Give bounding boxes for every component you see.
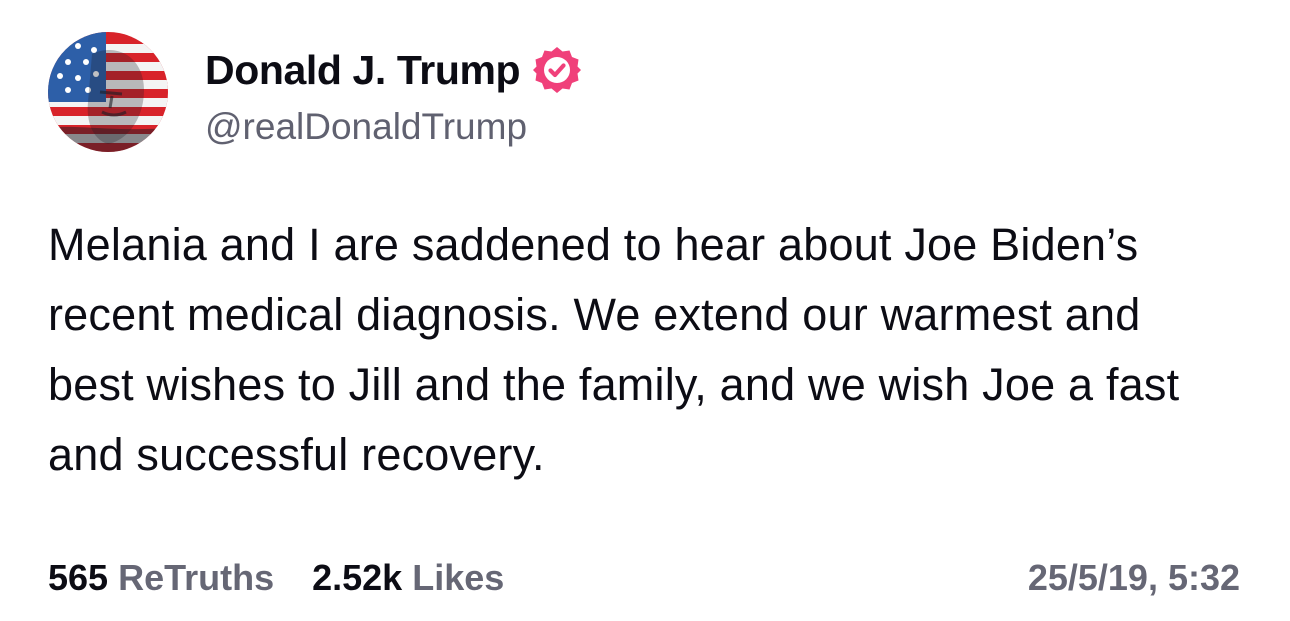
display-name-row: Donald J. Trump: [205, 44, 582, 96]
post-card: Donald J. Trump @realDonaldTrump Melania…: [0, 0, 1290, 621]
avatar-flag-portrait-icon: [48, 32, 168, 152]
display-name[interactable]: Donald J. Trump: [205, 47, 521, 94]
likes-stat[interactable]: 2.52k Likes: [312, 557, 504, 599]
likes-label: Likes: [412, 557, 505, 598]
retruths-stat[interactable]: 565 ReTruths: [48, 557, 274, 599]
avatar[interactable]: [48, 32, 168, 152]
likes-count: 2.52k: [312, 557, 403, 598]
post-text: Melania and I are saddened to hear about…: [48, 219, 1180, 480]
post-stats: 565 ReTruths 2.52k Likes: [48, 552, 542, 604]
retruths-label: ReTruths: [118, 557, 275, 598]
post-timestamp[interactable]: 25/5/19, 5:32: [1028, 552, 1240, 604]
verified-badge-icon: [532, 45, 582, 95]
retruths-count: 565: [48, 557, 109, 598]
author-handle[interactable]: @realDonaldTrump: [205, 106, 527, 148]
